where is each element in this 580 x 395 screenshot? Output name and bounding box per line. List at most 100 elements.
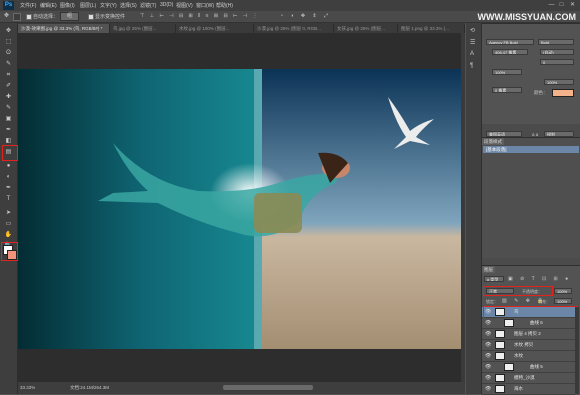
tab-desert-effect[interactable]: 沙漠-效果图.jpg @ 33.3% (鸟, RGB/8#) * [18, 24, 110, 33]
menu-view[interactable]: 视图(V) [176, 2, 193, 9]
text-color-swatch[interactable] [552, 89, 574, 97]
layer-row[interactable]: 👁 曲线 5 [482, 362, 575, 373]
opacity-input[interactable]: 100% [554, 288, 572, 294]
visibility-eye-icon[interactable]: 👁 [485, 331, 491, 337]
menu-help[interactable]: 帮助(H) [216, 2, 233, 9]
highlight-gradient-tool [2, 145, 18, 161]
history-brush-tool-icon[interactable]: ✒ [4, 126, 13, 134]
align-icons[interactable]: ⊤ ⊥ ⊢ ⊣ ⊟ ⊞ ‖ ≡ ⊞ ⊟ ⊢ ⊣ ⋮ [140, 13, 260, 19]
tracking-input[interactable]: 0 [540, 59, 574, 65]
canvas-horizontal-scrollbar[interactable] [223, 385, 313, 390]
menu-layer[interactable]: 图层(L) [80, 2, 96, 9]
paragraph-icon[interactable]: ¶ [470, 63, 473, 69]
menu-edit[interactable]: 编辑(E) [40, 2, 57, 9]
layer-filter-select[interactable]: ρ 类型 [484, 276, 504, 282]
font-style-select[interactable]: Bold [538, 39, 574, 45]
marquee-tool-icon[interactable]: ⬚ [4, 38, 13, 46]
dodge-tool-icon[interactable]: ◐ [4, 173, 13, 181]
layer-name: 模特_沙漠 [514, 375, 535, 380]
baseline-input[interactable]: 0 像素 [492, 87, 522, 93]
properties-icon[interactable]: ☰ [470, 39, 475, 46]
maximize-button[interactable]: □ [558, 2, 565, 8]
tool-preset-picker[interactable] [13, 13, 21, 21]
visibility-eye-icon[interactable]: 👁 [485, 386, 491, 392]
tab-desert[interactable]: 沙漠.jpg @ 25% (图层 0, RGB... [254, 24, 334, 33]
visibility-eye-icon[interactable]: 👁 [485, 364, 491, 370]
layer-row[interactable]: 👁 图层 4 拷贝 2 [482, 329, 575, 340]
character-panel: Agency FB Bold Bold 406.47 像素 (自动) 0 100… [482, 23, 580, 137]
canvas-vertical-scrollbar[interactable] [461, 33, 465, 382]
character-icon[interactable]: A [470, 51, 474, 57]
visibility-eye-icon[interactable]: 👁 [485, 342, 491, 348]
move-tool-icon[interactable]: ✥ [4, 27, 13, 35]
healing-tool-icon[interactable]: ✚ [4, 93, 13, 101]
tab-paragraph-styles[interactable]: 段落样式 [482, 138, 504, 145]
menu-3d[interactable]: 3D(D) [160, 2, 173, 8]
show-transform-checkbox[interactable] [88, 14, 94, 20]
layer-thumbnail [495, 341, 505, 349]
type-tool-icon[interactable]: T [4, 195, 13, 203]
visibility-eye-icon[interactable]: 👁 [485, 353, 491, 359]
font-size-input[interactable]: 406.47 像素 [492, 49, 528, 55]
layers-scrollbar[interactable] [575, 307, 579, 394]
lasso-tool-icon[interactable]: ʘ [4, 49, 13, 57]
leading-input[interactable]: (自动) [540, 49, 574, 55]
tab-layers[interactable]: 图层 [482, 266, 495, 273]
pen-tool-icon[interactable]: ✒ [4, 184, 13, 192]
tools-panel: ✥⬚ʘ✎⌗✐✚✎▣✒◧▤●◐✒T➤▭✋🔍 [0, 23, 18, 394]
menu-filter[interactable]: 滤镜(T) [140, 2, 156, 9]
stamp-tool-icon[interactable]: ▣ [4, 115, 13, 123]
tab-layer1[interactable]: 图层 1.png @ 33.3% (... [398, 24, 465, 33]
filter-icons[interactable]: ▣ ⊘ T ⊡ ⊞ ● [508, 276, 571, 282]
layer-row[interactable]: 👁 模特_沙漠 [482, 373, 575, 384]
visibility-eye-icon[interactable]: 👁 [485, 320, 491, 326]
highlight-color-swatches [1, 242, 18, 261]
shape-tool-icon[interactable]: ▭ [4, 220, 13, 228]
tab-water[interactable]: 水纹.jpg @ 100% (图层... [176, 24, 254, 33]
close-button[interactable]: ✕ [569, 2, 576, 8]
document-info: 文档:24.1M/264.3M [70, 385, 110, 390]
menu-type[interactable]: 文字(Y) [100, 2, 117, 9]
fill-input[interactable]: 100% [554, 298, 572, 304]
menu-file[interactable]: 文件(F) [20, 2, 36, 9]
3d-mode-icons[interactable]: ◔ ◑ ✥ ⇕ ⤢ [280, 13, 331, 19]
opacity-label: 不透明度： [522, 289, 542, 294]
layer-row[interactable]: 👁 曲线 6 [482, 318, 575, 329]
brush-tool-icon[interactable]: ✎ [4, 104, 13, 112]
auto-select-checkbox[interactable] [26, 14, 32, 20]
layer-row[interactable]: 👁 水纹 [482, 351, 575, 362]
eyedropper-tool-icon[interactable]: ✐ [4, 82, 13, 90]
history-icon[interactable]: ⟲ [470, 27, 475, 34]
path-select-tool-icon[interactable]: ➤ [4, 209, 13, 217]
hand-tool-icon[interactable]: ✋ [4, 231, 13, 239]
menu-select[interactable]: 选择(S) [120, 2, 137, 9]
zoom-level[interactable]: 33.33% [20, 385, 35, 390]
horizontal-scale-input[interactable]: 100% [544, 79, 574, 85]
move-tool-icon: ✥ [4, 13, 10, 19]
layer-row[interactable]: 👁 海水 [482, 384, 575, 395]
font-family-select[interactable]: Agency FB Bold [486, 39, 534, 45]
basic-paragraph-style[interactable]: [基本段落] [483, 146, 579, 153]
menu-bar: Ps 文件(F) 编辑(E) 图像(I) 图层(L) 文字(Y) 选择(S) 滤… [0, 0, 580, 11]
blur-tool-icon[interactable]: ● [4, 162, 13, 170]
crop-tool-icon[interactable]: ⌗ [4, 71, 13, 79]
layer-row[interactable]: 👁 水纹 拷贝 [482, 340, 575, 351]
tab-bird[interactable]: 鸟.jpg @ 25% (图层... [110, 24, 176, 33]
paragraph-styles-panel: 段落样式 [基本段落] [482, 137, 580, 258]
visibility-eye-icon[interactable]: 👁 [485, 375, 491, 381]
panel-icon-strip: ⟲ ☰ A ¶ [466, 23, 482, 394]
quick-select-tool-icon[interactable]: ✎ [4, 60, 13, 68]
menu-window[interactable]: 窗口(W) [196, 2, 214, 9]
highlight-blend-mode [483, 286, 553, 296]
canvas[interactable] [18, 33, 465, 382]
layer-name: 曲线 5 [530, 364, 543, 369]
vertical-scale-input[interactable]: 100% [492, 69, 522, 75]
lock-label: 锁定： [486, 299, 498, 304]
menu-image[interactable]: 图像(I) [60, 2, 75, 9]
tab-girl[interactable]: 女孩.jpg @ 25% (图层... [334, 24, 398, 33]
minimize-button[interactable]: — [548, 2, 555, 8]
auto-select-dropdown[interactable]: 组 [60, 12, 80, 21]
watermark: WWW.MISSYUAN.COM [477, 12, 577, 22]
eraser-tool-icon[interactable]: ◧ [4, 137, 13, 145]
color-label: 颜色： [534, 90, 548, 95]
